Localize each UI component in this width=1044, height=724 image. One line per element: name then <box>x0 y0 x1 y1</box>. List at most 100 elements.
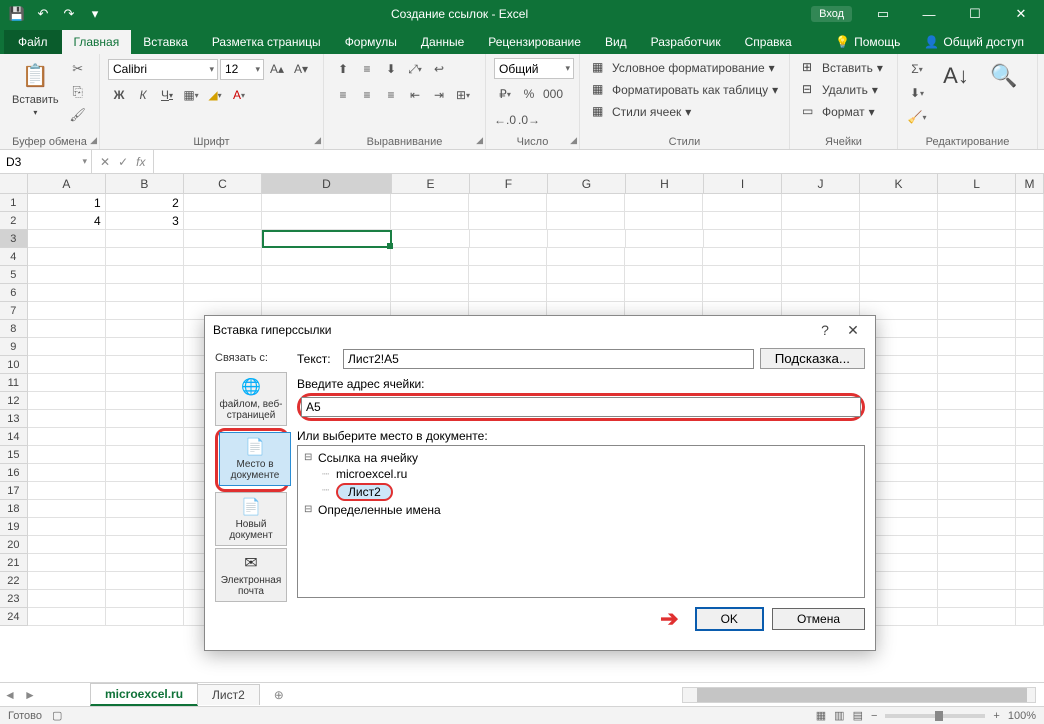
cell[interactable] <box>106 590 184 608</box>
cell[interactable] <box>28 464 106 482</box>
sheet-tab[interactable]: microexcel.ru <box>90 683 198 706</box>
cell[interactable] <box>28 410 106 428</box>
insert-cells-button[interactable]: ⊞Вставить ▾ <box>798 58 887 78</box>
cell[interactable] <box>262 248 392 266</box>
cell[interactable] <box>262 230 392 248</box>
view-break-icon[interactable]: ▤ <box>853 709 863 722</box>
italic-button[interactable]: К <box>132 84 154 106</box>
tab-insert[interactable]: Вставка <box>131 30 200 54</box>
cell[interactable] <box>262 266 392 284</box>
row-header[interactable]: 9 <box>0 338 28 356</box>
row-header[interactable]: 3 <box>0 230 28 248</box>
align-center-icon[interactable]: ≡ <box>356 84 378 106</box>
cell[interactable] <box>106 410 184 428</box>
formula-input[interactable] <box>154 150 1044 173</box>
tab-developer[interactable]: Разработчик <box>639 30 733 54</box>
horizontal-scrollbar[interactable] <box>682 687 1036 703</box>
tab-help[interactable]: Справка <box>733 30 804 54</box>
row-header[interactable]: 7 <box>0 302 28 320</box>
zoom-level[interactable]: 100% <box>1008 710 1036 722</box>
cell[interactable]: 2 <box>106 194 184 212</box>
link-to-web-button[interactable]: 🌐 файлом, веб-страницей <box>215 372 287 426</box>
cell[interactable] <box>28 320 106 338</box>
tree-node[interactable]: Определенные имена <box>304 502 858 518</box>
cell[interactable] <box>106 572 184 590</box>
cell[interactable] <box>1016 356 1044 374</box>
link-to-email-button[interactable]: ✉ Электронная почта <box>215 548 287 602</box>
cell[interactable] <box>106 356 184 374</box>
cell[interactable] <box>470 230 548 248</box>
row-header[interactable]: 17 <box>0 482 28 500</box>
cell[interactable] <box>938 518 1016 536</box>
font-name-combo[interactable]: Calibri <box>108 59 218 80</box>
cell[interactable] <box>28 590 106 608</box>
cell[interactable] <box>1016 500 1044 518</box>
cell[interactable] <box>782 230 860 248</box>
col-header[interactable]: K <box>860 174 938 193</box>
col-header[interactable]: A <box>28 174 106 193</box>
cell[interactable] <box>938 392 1016 410</box>
cell[interactable] <box>1016 518 1044 536</box>
cell[interactable] <box>860 248 938 266</box>
cell[interactable] <box>782 212 860 230</box>
cell[interactable] <box>626 230 704 248</box>
format-as-table-button[interactable]: ▦Форматировать как таблицу ▾ <box>588 80 782 100</box>
cut-icon[interactable]: ✂ <box>67 58 89 80</box>
comma-icon[interactable]: 000 <box>542 83 564 105</box>
cell[interactable] <box>28 356 106 374</box>
cell[interactable] <box>469 248 547 266</box>
cell[interactable] <box>938 338 1016 356</box>
close-icon[interactable]: ✕ <box>998 0 1044 28</box>
name-box[interactable]: D3 <box>0 150 92 173</box>
clipboard-launcher-icon[interactable]: ◢ <box>90 135 97 146</box>
cell[interactable] <box>938 428 1016 446</box>
col-header[interactable]: F <box>470 174 548 193</box>
display-text-input[interactable] <box>343 349 754 369</box>
increase-decimal-icon[interactable]: ←.0 <box>494 109 516 131</box>
cell[interactable] <box>938 320 1016 338</box>
dialog-help-icon[interactable]: ? <box>811 322 839 338</box>
cell[interactable] <box>391 194 469 212</box>
cell[interactable] <box>938 482 1016 500</box>
cell-address-input[interactable] <box>301 397 861 417</box>
tab-home[interactable]: Главная <box>62 30 132 54</box>
cell[interactable] <box>938 248 1016 266</box>
fx-icon[interactable]: fx <box>136 155 145 169</box>
cell[interactable] <box>28 572 106 590</box>
row-header[interactable]: 24 <box>0 608 28 626</box>
col-header[interactable]: D <box>262 174 392 193</box>
cell[interactable] <box>938 212 1016 230</box>
cell[interactable] <box>938 374 1016 392</box>
tab-data[interactable]: Данные <box>409 30 476 54</box>
zoom-out-icon[interactable]: − <box>871 710 877 722</box>
col-header[interactable]: M <box>1016 174 1044 193</box>
cell[interactable] <box>262 284 392 302</box>
cell[interactable] <box>106 518 184 536</box>
save-icon[interactable]: 💾 <box>4 2 30 26</box>
fill-icon[interactable]: ⬇ <box>906 82 928 104</box>
new-sheet-button[interactable]: ⊕ <box>267 685 291 705</box>
cell[interactable] <box>28 392 106 410</box>
fill-color-icon[interactable]: ◢ <box>204 84 226 106</box>
col-header[interactable]: C <box>184 174 262 193</box>
cell[interactable] <box>1016 266 1044 284</box>
cell[interactable] <box>262 194 392 212</box>
ok-button[interactable]: OK <box>695 607 764 631</box>
cell[interactable] <box>106 482 184 500</box>
tree-leaf[interactable]: microexcel.ru <box>304 466 858 482</box>
cell[interactable] <box>28 446 106 464</box>
cell[interactable] <box>184 284 262 302</box>
cell[interactable] <box>1016 212 1044 230</box>
accounting-icon[interactable]: ₽ <box>494 83 516 105</box>
increase-font-icon[interactable]: A▴ <box>266 58 288 80</box>
undo-icon[interactable]: ↶ <box>30 2 56 26</box>
cell[interactable] <box>391 284 469 302</box>
sheet-tab[interactable]: Лист2 <box>197 684 260 705</box>
row-header[interactable]: 12 <box>0 392 28 410</box>
tell-me[interactable]: 💡 Помощь <box>823 30 912 54</box>
find-select-button[interactable]: 🔍 <box>984 58 1024 94</box>
font-size-combo[interactable]: 12 <box>220 59 264 80</box>
align-top-icon[interactable]: ⬆ <box>332 58 354 80</box>
align-middle-icon[interactable]: ≡ <box>356 58 378 80</box>
row-header[interactable]: 21 <box>0 554 28 572</box>
